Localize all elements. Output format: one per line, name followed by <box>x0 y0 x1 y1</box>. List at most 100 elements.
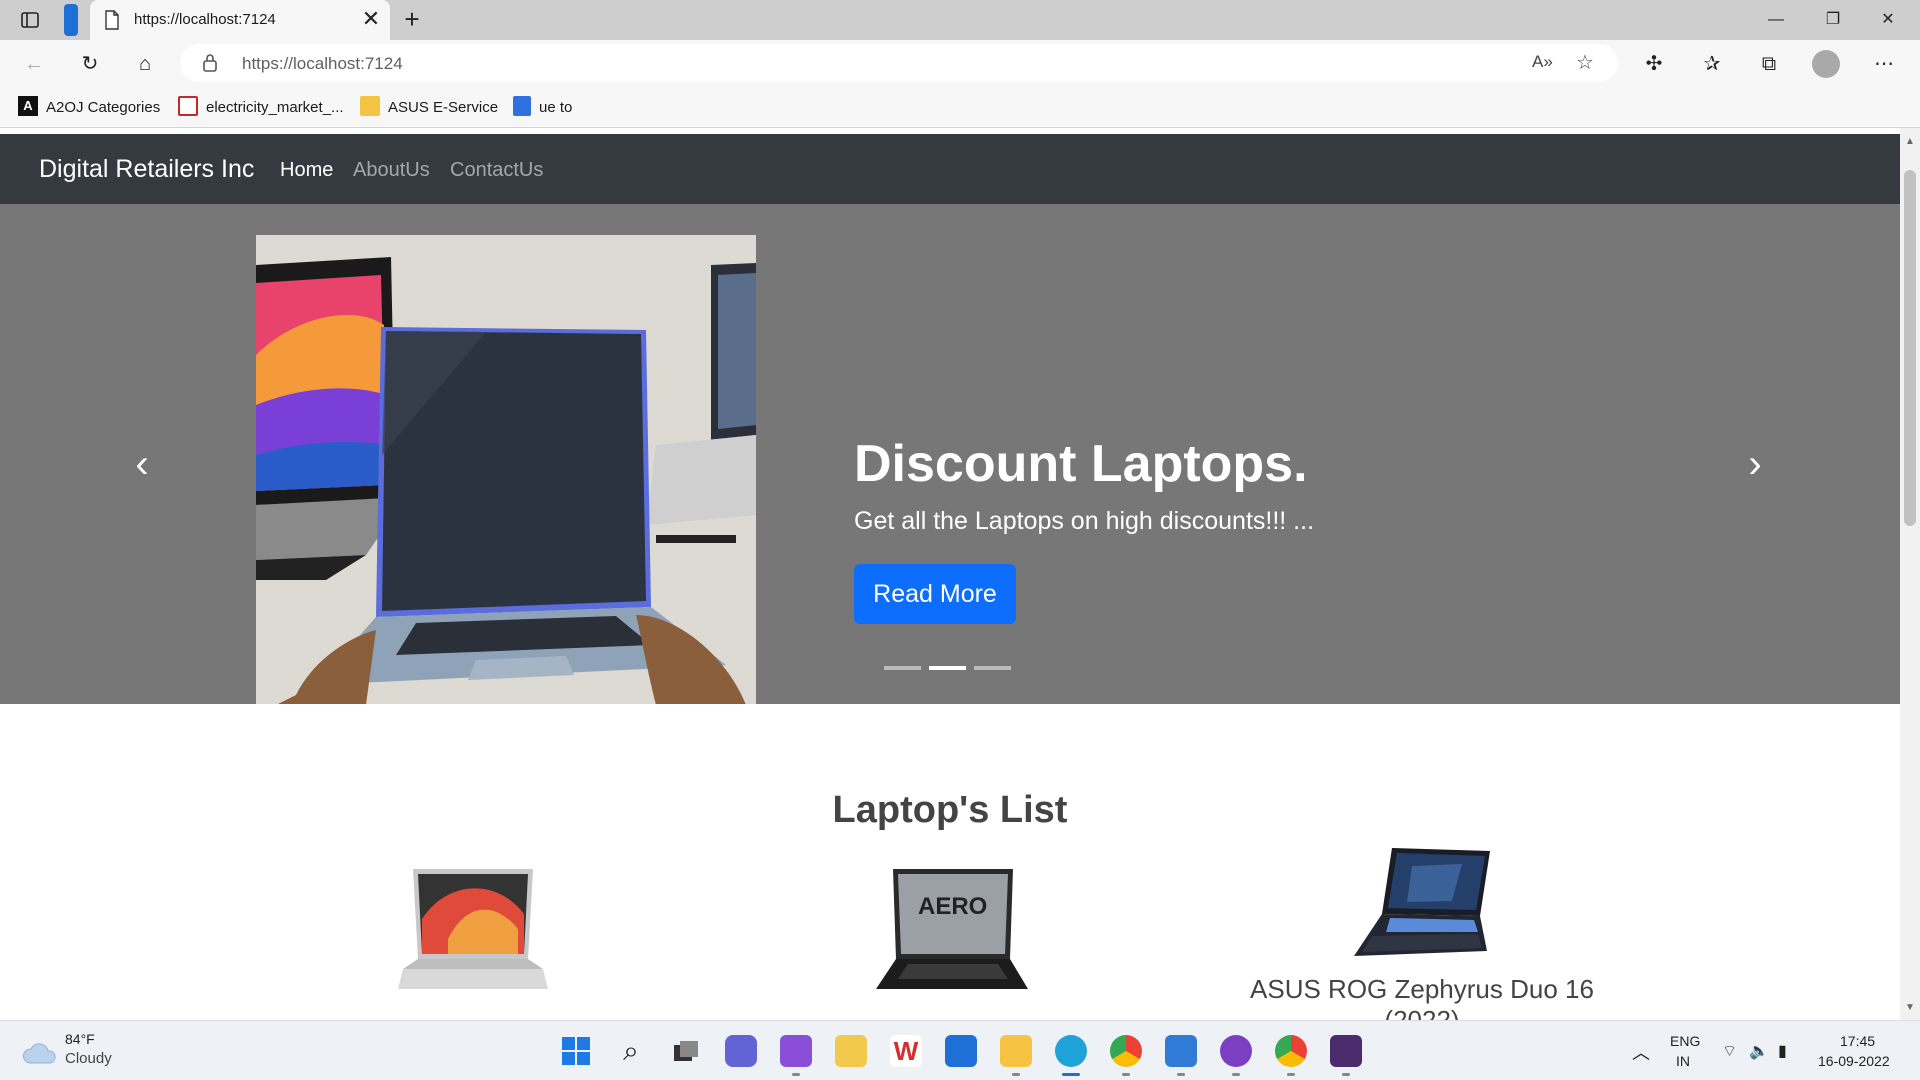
bookmark-label: A2OJ Categories <box>46 99 161 116</box>
weather-condition: Cloudy <box>65 1050 112 1067</box>
laptops-slide-image <box>256 235 756 704</box>
running-indicator <box>1342 1073 1350 1076</box>
more-menu-icon[interactable]: ⋯ <box>1870 50 1898 78</box>
browser-tab[interactable]: https://localhost:7124 ✕ <box>90 0 390 40</box>
carousel-prev-icon[interactable]: ‹ <box>127 444 157 484</box>
active-indicator <box>1062 1073 1080 1076</box>
asus-rog-laptop-image <box>1354 848 1490 956</box>
product-card-3[interactable]: ASUS ROG Zephyrus Duo 16 (2022) <box>1222 846 1622 1020</box>
visual-studio-icon[interactable] <box>780 1035 812 1067</box>
running-indicator <box>1177 1073 1185 1076</box>
read-aloud-icon[interactable]: A» <box>1532 52 1553 72</box>
site-brand-link[interactable]: Digital Retailers Inc <box>39 155 254 184</box>
bookmark-label: ASUS E-Service <box>388 99 499 116</box>
site-navbar: Digital Retailers Inc Home AboutUs Conta… <box>0 134 1900 204</box>
read-more-button[interactable]: Read More <box>854 564 1016 624</box>
folder-icon <box>360 96 380 117</box>
windows-taskbar: 84°F Cloudy ⌕ W ︿ ENG IN ⌔ 🔈 ▮ 17:45 16-… <box>0 1020 1920 1080</box>
tab-actions-icon[interactable] <box>20 10 40 35</box>
collections-icon[interactable]: ⧉ <box>1755 50 1783 78</box>
running-indicator <box>1287 1073 1295 1076</box>
profile-avatar[interactable] <box>1812 50 1840 78</box>
vertical-tabs-icon[interactable] <box>64 4 78 36</box>
wps-office-icon[interactable]: W <box>890 1035 922 1067</box>
clock-time[interactable]: 17:45 <box>1840 1033 1875 1049</box>
address-bar[interactable]: https://localhost:7124 A» ☆ <box>180 44 1618 82</box>
start-icon[interactable] <box>560 1035 592 1067</box>
chrome-profile-icon[interactable] <box>1275 1035 1307 1067</box>
restore-button[interactable]: ❐ <box>1821 8 1845 32</box>
laptop-list-heading: Laptop's List <box>832 789 1068 831</box>
bookmark-a2oj[interactable]: A A2OJ Categories <box>18 96 160 120</box>
doc-icon <box>513 96 531 117</box>
nav-aboutus-link[interactable]: AboutUs <box>353 159 430 182</box>
terminal-icon[interactable] <box>1330 1035 1362 1067</box>
product-card-1[interactable] <box>388 859 558 1004</box>
page-scrollbar[interactable]: ▲ ▼ <box>1900 128 1920 1020</box>
extensions-icon[interactable]: ✣ <box>1640 50 1668 78</box>
minimize-button[interactable]: — <box>1764 8 1788 32</box>
battery-icon[interactable]: ▮ <box>1778 1041 1787 1061</box>
carousel-next-icon[interactable]: › <box>1740 444 1770 484</box>
teams-chat-icon[interactable] <box>725 1035 757 1067</box>
show-hidden-icons-icon[interactable]: ︿ <box>1632 1039 1650 1065</box>
add-favorite-icon[interactable]: ☆ <box>1576 50 1594 75</box>
weather-temp: 84°F <box>65 1031 95 1047</box>
region-indicator[interactable]: IN <box>1676 1053 1690 1069</box>
carousel-caption-title: Discount Laptops. <box>854 435 1308 493</box>
gigabyte-laptop-image: AERO <box>876 869 1028 989</box>
microsoft-store-icon[interactable] <box>945 1035 977 1067</box>
app-icon[interactable] <box>835 1035 867 1067</box>
notepad-icon[interactable] <box>1165 1035 1197 1067</box>
product-name-3: ASUS ROG Zephyrus Duo 16 (2022) <box>1250 974 1594 1020</box>
running-indicator <box>1012 1073 1020 1076</box>
close-window-button[interactable]: ✕ <box>1876 8 1900 32</box>
refresh-icon[interactable]: ↻ <box>76 50 104 78</box>
search-icon[interactable]: ⌕ <box>615 1035 647 1067</box>
scroll-thumb[interactable] <box>1904 170 1916 526</box>
svg-text:AERO: AERO <box>918 893 987 920</box>
github-desktop-icon[interactable] <box>1220 1035 1252 1067</box>
carousel-indicator-1[interactable] <box>884 666 921 670</box>
bookmark-label: ue to <box>539 99 573 116</box>
page-favicon-icon <box>104 10 120 35</box>
task-view-icon[interactable] <box>670 1035 702 1067</box>
carousel-indicator-2[interactable] <box>929 666 966 670</box>
url-text[interactable]: https://localhost:7124 <box>242 54 403 74</box>
tab-close-icon[interactable]: ✕ <box>358 6 384 32</box>
file-explorer-icon[interactable] <box>1000 1035 1032 1067</box>
lock-icon[interactable] <box>202 53 218 78</box>
hp-laptop-image <box>398 869 548 989</box>
bookmark-electricity-market[interactable]: electricity_market_... <box>178 96 344 120</box>
a2oj-icon: A <box>18 96 38 117</box>
tab-title: https://localhost:7124 <box>134 11 276 28</box>
browser-tab-bar: https://localhost:7124 ✕ + — ❐ ✕ <box>0 0 1920 40</box>
bookmarks-bar: A A2OJ Categories electricity_market_... … <box>0 88 1920 128</box>
chrome-icon[interactable] <box>1110 1035 1142 1067</box>
bookmark-asus-e-service[interactable]: ASUS E-Service <box>360 96 498 120</box>
scroll-up-arrow-icon[interactable]: ▲ <box>1904 136 1916 148</box>
product-card-2[interactable]: AERO <box>868 864 1033 1004</box>
volume-icon[interactable]: 🔈 <box>1749 1041 1769 1061</box>
scroll-down-arrow-icon[interactable]: ▼ <box>1904 1002 1916 1014</box>
nav-home-link[interactable]: Home <box>280 159 333 182</box>
bookmark-ue-to[interactable]: ue to <box>513 96 572 120</box>
language-indicator[interactable]: ENG <box>1670 1033 1700 1049</box>
running-indicator <box>792 1073 800 1076</box>
carousel-caption-text: Get all the Laptops on high discounts!!!… <box>854 507 1315 535</box>
home-icon[interactable]: ⌂ <box>131 50 159 78</box>
back-icon[interactable]: ← <box>20 50 48 78</box>
pdf-icon <box>178 96 198 117</box>
clock-date[interactable]: 16-09-2022 <box>1818 1053 1890 1069</box>
carousel-indicator-3[interactable] <box>974 666 1011 670</box>
running-indicator <box>1232 1073 1240 1076</box>
nav-contactus-link[interactable]: ContactUs <box>450 159 543 182</box>
favorites-icon[interactable]: ✰ <box>1698 50 1726 78</box>
hero-carousel: ‹ Discount Laptops. Get all the Laptops … <box>0 204 1900 704</box>
web-page: Digital Retailers Inc Home AboutUs Conta… <box>0 134 1900 1020</box>
edge-icon[interactable] <box>1055 1035 1087 1067</box>
browser-toolbar: ← ↻ ⌂ https://localhost:7124 A» ☆ ✣ ✰ ⧉ … <box>0 40 1920 88</box>
bookmark-label: electricity_market_... <box>206 99 344 116</box>
new-tab-button[interactable]: + <box>398 6 426 34</box>
wifi-icon[interactable]: ⌔ <box>1722 1041 1737 1061</box>
